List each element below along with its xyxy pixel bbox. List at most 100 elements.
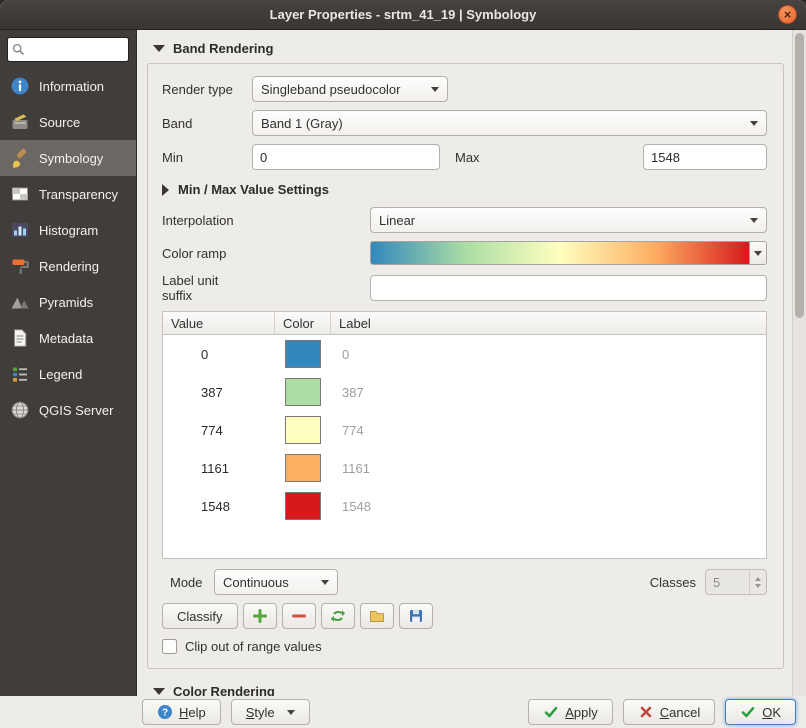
sidebar-item-qgis-server[interactable]: QGIS Server	[0, 392, 136, 428]
sidebar-item-pyramids[interactable]: Pyramids	[0, 284, 136, 320]
band-select[interactable]: Band 1 (Gray)	[252, 110, 767, 136]
chevron-down-icon	[750, 218, 758, 223]
color-swatch[interactable]	[285, 454, 321, 482]
legend-icon	[10, 364, 30, 384]
table-row[interactable]: 0 0	[163, 335, 766, 373]
chevron-down-icon	[431, 87, 439, 92]
band-rendering-title: Band Rendering	[173, 41, 273, 56]
render-type-select[interactable]: Singleband pseudocolor	[252, 76, 448, 102]
table-row[interactable]: 1548 1548	[163, 487, 766, 525]
min-input[interactable]	[252, 144, 440, 170]
sidebar-item-source[interactable]: Source	[0, 104, 136, 140]
max-input[interactable]	[643, 144, 767, 170]
ok-button[interactable]: OK	[725, 699, 796, 725]
cancel-x-icon	[638, 704, 654, 720]
remove-value-button[interactable]	[282, 603, 316, 629]
color-ramp-select[interactable]	[370, 241, 767, 265]
vertical-scrollbar[interactable]	[792, 30, 806, 696]
sidebar-item-rendering[interactable]: Rendering	[0, 248, 136, 284]
interpolation-label: Interpolation	[162, 213, 370, 228]
symbology-scroll-area: Band Rendering Render type Singleband ps…	[137, 30, 792, 696]
server-icon	[10, 400, 30, 420]
min-label: Min	[162, 150, 252, 165]
sidebar-item-information[interactable]: Information	[0, 68, 136, 104]
sidebar-item-legend[interactable]: Legend	[0, 356, 136, 392]
add-value-button[interactable]	[243, 603, 277, 629]
chevron-down-icon	[750, 121, 758, 126]
metadata-icon	[10, 328, 30, 348]
collapse-down-icon	[153, 45, 165, 52]
collapse-down-icon	[153, 688, 165, 695]
help-icon: ?	[157, 704, 173, 720]
table-row[interactable]: 387 387	[163, 373, 766, 411]
plus-icon	[252, 608, 268, 624]
rendering-icon	[10, 256, 30, 276]
value-column-header: Value	[163, 312, 275, 334]
transparency-icon	[10, 184, 30, 204]
color-swatch[interactable]	[285, 416, 321, 444]
render-type-label: Render type	[162, 82, 252, 97]
sidebar-item-metadata[interactable]: Metadata	[0, 320, 136, 356]
sidebar-search[interactable]	[7, 37, 129, 62]
sidebar-item-histogram[interactable]: Histogram	[0, 212, 136, 248]
color-rendering-header[interactable]: Color Rendering	[145, 679, 786, 696]
load-values-from-band-button[interactable]	[321, 603, 355, 629]
max-label: Max	[455, 150, 480, 165]
chevron-down-icon	[754, 251, 762, 256]
help-button[interactable]: ? Help	[142, 699, 221, 725]
save-icon	[408, 608, 424, 624]
color-swatch[interactable]	[285, 340, 321, 368]
close-button[interactable]: ×	[778, 5, 797, 24]
color-ramp-preview	[371, 242, 749, 264]
cancel-button[interactable]: Cancel	[623, 699, 715, 725]
layer-properties-dialog: Layer Properties - srtm_41_19 | Symbolog…	[0, 0, 806, 728]
ok-check-icon	[740, 704, 756, 720]
chevron-down-icon	[321, 580, 329, 585]
interpolation-select[interactable]: Linear	[370, 207, 767, 233]
band-rendering-header[interactable]: Band Rendering	[145, 36, 786, 61]
scrollbar-thumb[interactable]	[795, 33, 804, 318]
chevron-down-icon	[287, 710, 295, 715]
sidebar-item-symbology[interactable]: Symbology	[0, 140, 136, 176]
label-column-header: Label	[331, 312, 766, 334]
main-panel: Band Rendering Render type Singleband ps…	[137, 30, 806, 696]
load-color-map-file-button[interactable]	[360, 603, 394, 629]
color-rendering-title: Color Rendering	[173, 684, 275, 696]
color-swatch[interactable]	[285, 378, 321, 406]
clip-out-of-range-row: Clip out of range values	[162, 639, 767, 654]
sidebar-item-transparency[interactable]: Transparency	[0, 176, 136, 212]
apply-check-icon	[543, 704, 559, 720]
table-row[interactable]: 1161 1161	[163, 449, 766, 487]
color-map-table: Value Color Label 0 0 387	[162, 311, 767, 559]
color-column-header: Color	[275, 312, 331, 334]
collapse-right-icon	[162, 184, 169, 196]
spinner-arrows-icon[interactable]	[749, 570, 766, 594]
info-icon	[10, 76, 30, 96]
dialog-footer: ? Help Style Apply Cancel OK	[0, 696, 806, 728]
titlebar[interactable]: Layer Properties - srtm_41_19 | Symbolog…	[0, 0, 806, 30]
color-ramp-label: Color ramp	[162, 246, 370, 261]
save-color-map-file-button[interactable]	[399, 603, 433, 629]
search-icon	[12, 43, 25, 56]
apply-button[interactable]: Apply	[528, 699, 613, 725]
classify-button[interactable]: Classify	[162, 603, 238, 629]
minmax-settings-header[interactable]: Min / Max Value Settings	[162, 182, 767, 197]
mode-label: Mode	[170, 575, 206, 590]
label-unit-suffix-input[interactable]	[370, 275, 767, 301]
sidebar: Information Source Symbology Transparenc…	[0, 30, 137, 696]
color-ramp-dropdown[interactable]	[749, 242, 766, 264]
band-rendering-group: Render type Singleband pseudocolor Band …	[147, 63, 784, 669]
color-swatch[interactable]	[285, 492, 321, 520]
refresh-arrows-icon	[330, 608, 346, 624]
style-button[interactable]: Style	[231, 699, 310, 725]
table-row[interactable]: 774 774	[163, 411, 766, 449]
classes-spinner[interactable]: 5	[705, 569, 767, 595]
table-header: Value Color Label	[163, 312, 766, 335]
mode-select[interactable]: Continuous	[214, 569, 338, 595]
clip-out-of-range-checkbox[interactable]	[162, 639, 177, 654]
window-title: Layer Properties - srtm_41_19 | Symbolog…	[270, 7, 537, 22]
svg-text:?: ?	[162, 708, 168, 719]
search-input[interactable]	[29, 42, 124, 58]
histogram-icon	[10, 220, 30, 240]
classes-label: Classes	[650, 575, 696, 590]
